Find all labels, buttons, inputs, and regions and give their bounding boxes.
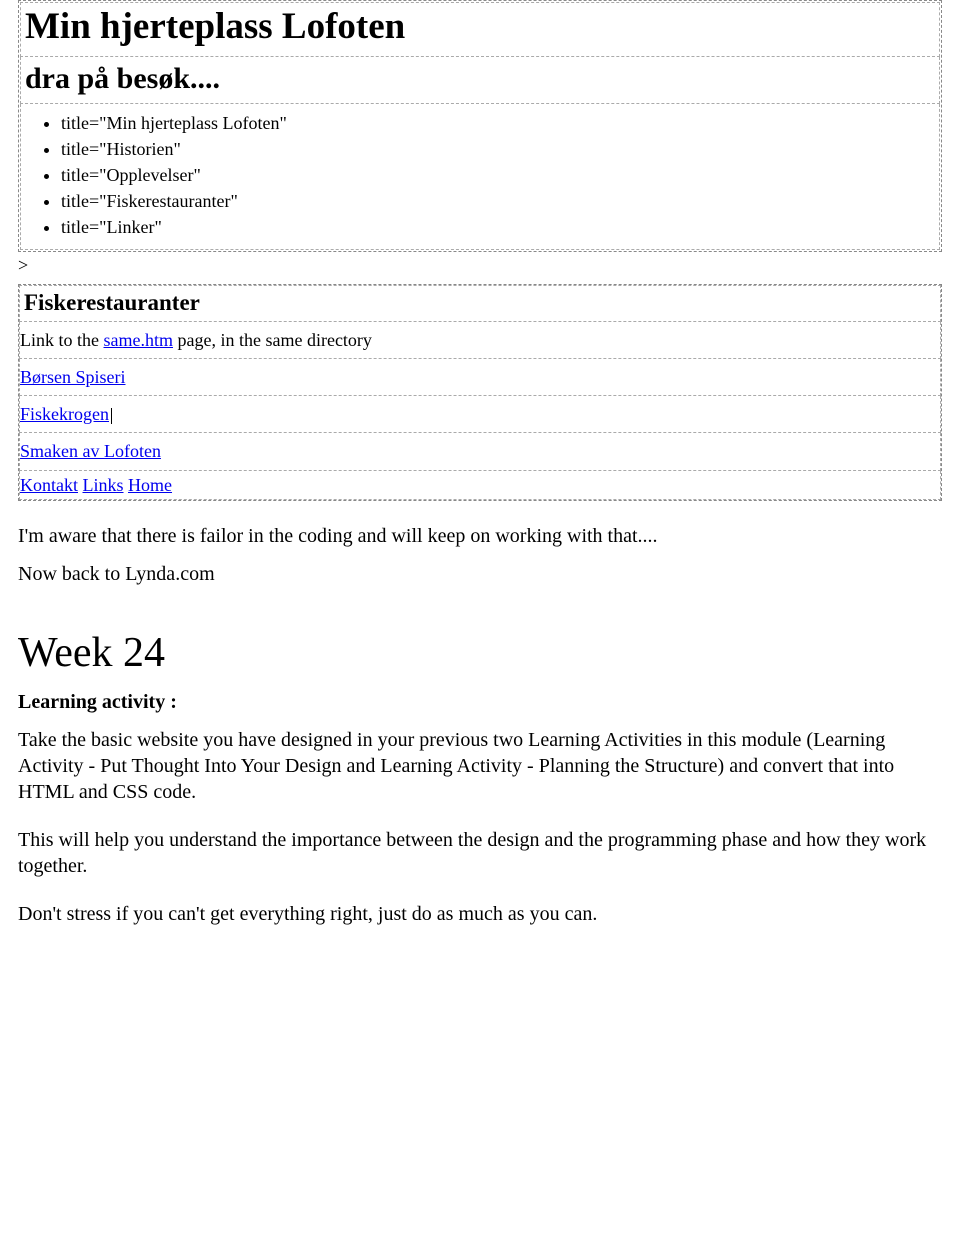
row-restaurant-1: Børsen Spiseri bbox=[19, 359, 941, 396]
title-list-item: title="Linker" bbox=[61, 214, 939, 240]
same-htm-link[interactable]: same.htm bbox=[104, 330, 174, 350]
week-heading: Week 24 bbox=[18, 629, 942, 677]
title-list-item: title="Fiskerestauranter" bbox=[61, 188, 939, 214]
row-link-line: Link to the same.htm page, in the same d… bbox=[19, 322, 941, 359]
title-list: title="Min hjerteplass Lofoten" title="H… bbox=[21, 110, 939, 240]
section-heading: Fiskerestauranter bbox=[24, 290, 936, 316]
body-para-1: I'm aware that there is failor in the co… bbox=[18, 523, 942, 549]
page-subtitle-h2: dra på besøk.... bbox=[25, 62, 935, 97]
row-title-list: title="Min hjerteplass Lofoten" title="H… bbox=[20, 104, 940, 249]
page-title-h1: Min hjerteplass Lofoten bbox=[25, 6, 935, 49]
footer-link-home[interactable]: Home bbox=[128, 475, 172, 495]
restaurant-link-1[interactable]: Børsen Spiseri bbox=[20, 367, 126, 387]
learning-activity-label: Learning activity : bbox=[18, 689, 942, 715]
preview-box-2: Fiskerestauranter Link to the same.htm p… bbox=[18, 284, 942, 501]
row-h3: Fiskerestauranter bbox=[19, 285, 941, 322]
body-para-2: Now back to Lynda.com bbox=[18, 561, 942, 587]
stray-gt: > bbox=[18, 253, 942, 278]
title-list-item: title="Historien" bbox=[61, 136, 939, 162]
link-line-suffix: page, in the same directory bbox=[173, 330, 372, 350]
row-restaurant-2: Fiskekrogen bbox=[19, 396, 941, 433]
learning-activity-p2: This will help you understand the import… bbox=[18, 827, 942, 879]
title-list-item: title="Opplevelser" bbox=[61, 162, 939, 188]
text-cursor bbox=[111, 408, 112, 424]
restaurant-link-2[interactable]: Fiskekrogen bbox=[20, 404, 109, 424]
row-h1: Min hjerteplass Lofoten bbox=[20, 2, 940, 57]
preview-box-1: Min hjerteplass Lofoten dra på besøk....… bbox=[18, 0, 942, 252]
row-h2: dra på besøk.... bbox=[20, 57, 940, 105]
learning-activity-p1: Take the basic website you have designed… bbox=[18, 727, 942, 805]
restaurant-link-3[interactable]: Smaken av Lofoten bbox=[20, 441, 161, 461]
footer-link-links[interactable]: Links bbox=[83, 475, 124, 495]
link-line-prefix: Link to the bbox=[20, 330, 104, 350]
row-footer-links: Kontakt Links Home bbox=[19, 471, 941, 500]
learning-activity-p3: Don't stress if you can't get everything… bbox=[18, 901, 942, 927]
title-list-item: title="Min hjerteplass Lofoten" bbox=[61, 110, 939, 136]
row-restaurant-3: Smaken av Lofoten bbox=[19, 433, 941, 470]
footer-link-kontakt[interactable]: Kontakt bbox=[20, 475, 78, 495]
